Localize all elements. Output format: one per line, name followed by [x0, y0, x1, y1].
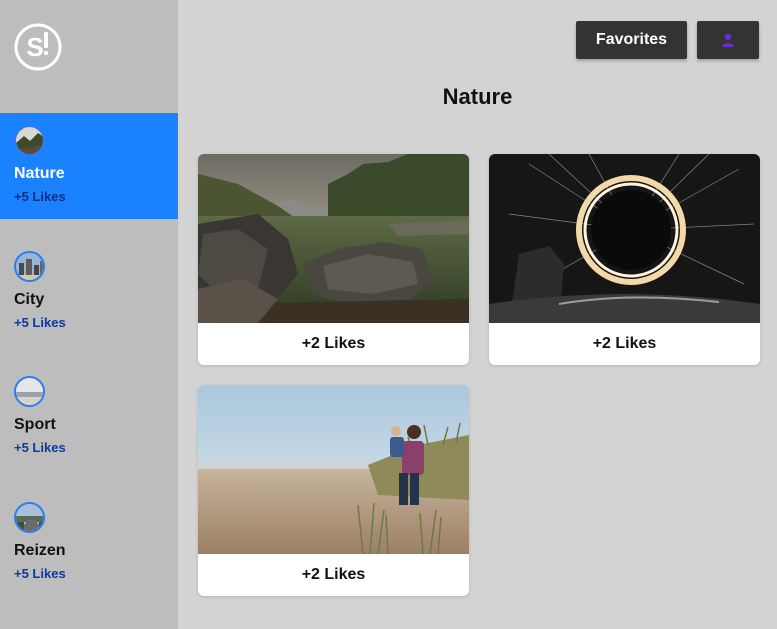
river-rocks-photo [198, 154, 469, 323]
user-button[interactable] [697, 21, 759, 59]
card-likes: +2 Likes [301, 335, 366, 352]
beach-father-child-photo [198, 385, 469, 554]
sidebar: S Nature +5 Likes City +5 Likes Sport +5… [0, 0, 178, 629]
card-likes: +2 Likes [301, 566, 366, 583]
sidebar-item-reizen[interactable]: Reizen +5 Likes [0, 490, 178, 596]
favorites-button[interactable]: Favorites [576, 21, 687, 59]
sidebar-item-likes: +5 Likes [14, 315, 66, 330]
page-title: Nature [442, 84, 513, 109]
card-likes: +2 Likes [592, 335, 657, 352]
sidebar-item-sport[interactable]: Sport +5 Likes [0, 364, 178, 470]
steel-wool-light-photo [489, 154, 760, 323]
photo-card[interactable]: +2 Likes [489, 154, 760, 365]
city-thumbnail [14, 251, 45, 282]
sidebar-item-likes: +5 Likes [14, 566, 66, 581]
sidebar-item-likes: +5 Likes [14, 440, 66, 455]
sidebar-item-label: Nature [14, 165, 65, 182]
reizen-thumbnail [14, 502, 45, 533]
sport-thumbnail [14, 376, 45, 407]
sidebar-item-label: Reizen [14, 542, 66, 559]
s-exclamation-logo-icon[interactable]: S [13, 22, 63, 72]
svg-text:S: S [26, 32, 43, 62]
user-icon [722, 33, 734, 47]
sidebar-item-likes: +5 Likes [14, 189, 66, 204]
nature-thumbnail [14, 125, 45, 156]
photo-card[interactable]: +2 Likes [198, 385, 469, 596]
photo-card[interactable]: +2 Likes [198, 154, 469, 365]
sidebar-item-nature[interactable]: Nature +5 Likes [0, 113, 178, 219]
sidebar-item-city[interactable]: City +5 Likes [0, 239, 178, 345]
sidebar-item-label: Sport [14, 416, 56, 433]
sidebar-item-label: City [14, 291, 45, 308]
